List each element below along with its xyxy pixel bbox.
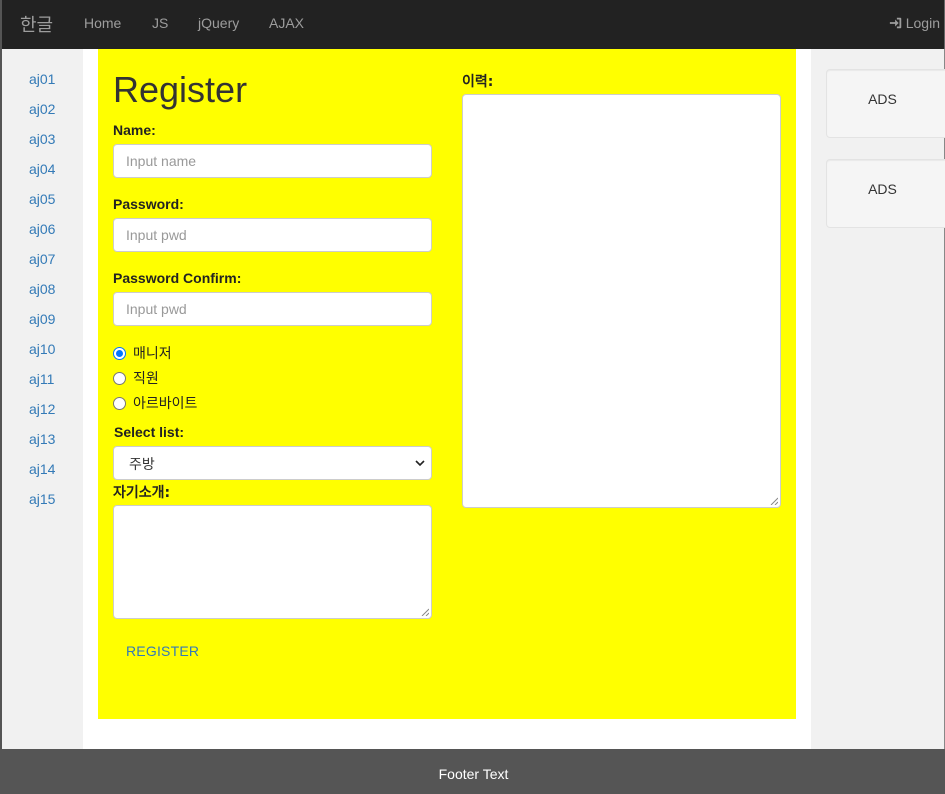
intro-label: 자기소개: <box>113 485 171 501</box>
sidebar-item-aj09[interactable]: aj09 <box>29 311 55 327</box>
footer-text: Footer Text <box>438 766 509 782</box>
role-option-staff[interactable]: 직원 <box>113 368 159 388</box>
password-label: Password: <box>113 196 184 212</box>
password-confirm-label: Password Confirm: <box>113 270 242 286</box>
page-title: Register <box>113 69 248 110</box>
nav-link-home[interactable]: Home <box>84 15 121 31</box>
sidebar-item-aj15[interactable]: aj15 <box>29 491 55 507</box>
sidebar-item-aj11[interactable]: aj11 <box>29 371 54 387</box>
ad-label: ADS <box>868 181 897 197</box>
role-option-parttime[interactable]: 아르바이트 <box>113 393 197 413</box>
nav-link-ajax[interactable]: AJAX <box>269 15 304 31</box>
password-confirm-input[interactable] <box>113 292 432 326</box>
role-option-manager[interactable]: 매니저 <box>113 343 172 363</box>
login-label: Login <box>905 15 940 31</box>
name-input[interactable] <box>113 144 432 178</box>
ad-box[interactable]: ADS <box>826 69 945 138</box>
register-button[interactable]: REGISTER <box>126 643 199 659</box>
brand-logo[interactable]: 한글 <box>20 11 53 37</box>
top-navbar: 한글 Home JS jQuery AJAX Login <box>0 0 945 49</box>
nav-link-js[interactable]: JS <box>152 15 168 31</box>
sidebar-item-aj01[interactable]: aj01 <box>29 71 55 87</box>
login-link[interactable]: Login <box>889 15 940 31</box>
select-list-dropdown[interactable]: 주방 <box>113 446 432 480</box>
sidebar-item-aj13[interactable]: aj13 <box>29 431 55 447</box>
sidebar-item-aj12[interactable]: aj12 <box>29 401 55 417</box>
sidebar-item-aj02[interactable]: aj02 <box>29 101 55 117</box>
ad-label: ADS <box>868 91 897 107</box>
log-in-icon <box>889 17 901 29</box>
resize-grip-icon[interactable] <box>421 608 429 616</box>
sidebar-item-aj14[interactable]: aj14 <box>29 461 55 477</box>
sidebar-item-aj10[interactable]: aj10 <box>29 341 55 357</box>
name-label: Name: <box>113 122 156 138</box>
sidebar-left: aj01 aj02 aj03 aj04 aj05 aj06 aj07 aj08 … <box>0 49 83 749</box>
radio-button-checked[interactable] <box>113 346 126 360</box>
select-value: 주방 <box>129 457 155 473</box>
sidebar-item-aj03[interactable]: aj03 <box>29 131 55 147</box>
sidebar-right: ADS ADS <box>811 49 945 749</box>
nav-link-jquery[interactable]: jQuery <box>198 15 239 31</box>
sidebar-item-aj08[interactable]: aj08 <box>29 281 55 297</box>
history-label: 이력: <box>462 74 494 90</box>
register-panel: Register Name: Password: Password Confir… <box>98 49 796 719</box>
chevron-down-icon <box>415 460 425 467</box>
role-option-label: 매니저 <box>133 346 172 362</box>
sidebar-item-aj05[interactable]: aj05 <box>29 191 55 207</box>
intro-textarea[interactable] <box>113 505 432 619</box>
footer: Footer Text <box>0 749 945 794</box>
ad-box[interactable]: ADS <box>826 159 945 228</box>
role-option-label: 아르바이트 <box>133 396 198 412</box>
sidebar-item-aj06[interactable]: aj06 <box>29 221 55 237</box>
resize-grip-icon[interactable] <box>770 497 778 505</box>
radio-button[interactable] <box>113 371 126 385</box>
radio-button[interactable] <box>113 396 126 410</box>
sidebar-item-aj04[interactable]: aj04 <box>29 161 55 177</box>
sidebar-item-aj07[interactable]: aj07 <box>29 251 55 267</box>
password-input[interactable] <box>113 218 432 252</box>
history-textarea[interactable] <box>462 94 781 508</box>
select-list-label: Select list: <box>114 424 185 440</box>
role-option-label: 직원 <box>133 371 159 387</box>
